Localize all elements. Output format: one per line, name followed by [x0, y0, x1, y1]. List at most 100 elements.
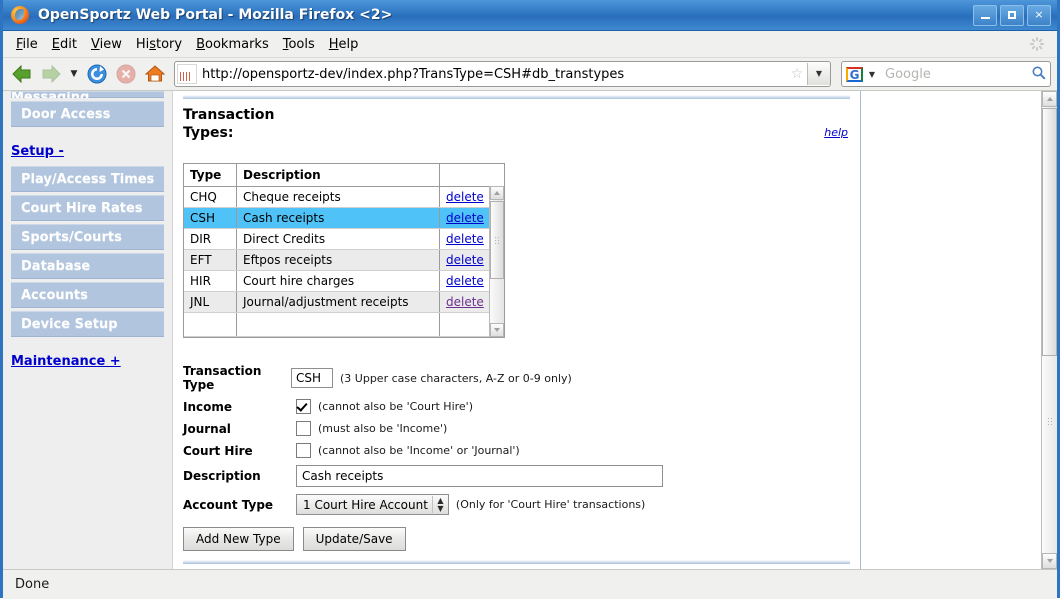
minimize-icon	[980, 16, 990, 19]
table-row[interactable]: EFT Eftpos receipts delete	[184, 249, 504, 271]
cell-description: Journal/adjustment receipts	[236, 291, 440, 313]
delete-link[interactable]: delete	[446, 253, 484, 267]
search-engine-dropdown[interactable]: ▼	[865, 70, 879, 79]
menu-view[interactable]: View	[84, 35, 129, 54]
scroll-down-button[interactable]	[490, 323, 504, 337]
sidebar-maintenance-link[interactable]: Maintenance +	[11, 354, 121, 369]
page-scrollbar-thumb[interactable]	[1042, 108, 1057, 356]
bookmark-star-icon[interactable]: ☆	[787, 66, 807, 82]
scroll-up-button[interactable]	[490, 186, 504, 200]
transaction-types-table-container: Type Description CHQ Cheque receipts del…	[183, 163, 505, 338]
table-header-row: Type Description	[184, 164, 504, 187]
sidebar-item-accounts[interactable]: Accounts	[11, 282, 164, 308]
court-hire-checkbox[interactable]	[296, 443, 311, 458]
sidebar-setup-link[interactable]: Setup -	[11, 144, 64, 159]
label-court-hire: Court Hire	[183, 443, 253, 458]
label-transaction-type: Transaction Type	[183, 364, 262, 392]
search-input[interactable]: Google	[879, 67, 1026, 82]
firefox-logo-icon	[11, 6, 29, 24]
search-bar[interactable]: G ▼ Google	[841, 61, 1051, 87]
home-button[interactable]	[142, 61, 168, 87]
reload-button[interactable]	[84, 61, 110, 87]
table-row-empty	[184, 312, 504, 337]
add-new-type-button[interactable]: Add New Type	[183, 527, 294, 551]
cell-description: Cheque receipts	[236, 186, 440, 208]
delete-link[interactable]: delete	[446, 274, 484, 288]
page-scrollbar[interactable]	[1041, 91, 1057, 569]
cell-type: HIR	[184, 270, 237, 292]
table-row[interactable]: DIR Direct Credits delete	[184, 228, 504, 250]
site-sidebar: Messaging Door Access Setup - Play/Acces…	[3, 91, 173, 569]
cell-description: Cash receipts	[236, 207, 440, 229]
spinner-arrows-icon[interactable]: ▲ ▼	[431, 496, 448, 513]
sidebar-item-clipped[interactable]: Messaging	[11, 91, 164, 98]
cell-type: EFT	[184, 249, 237, 271]
help-link[interactable]: help	[824, 126, 848, 139]
stop-icon	[116, 64, 136, 84]
sidebar-item-sports-courts[interactable]: Sports/Courts	[11, 224, 164, 250]
sidebar-item-court-hire-rates[interactable]: Court Hire Rates	[11, 195, 164, 221]
close-button[interactable]: ×	[1027, 4, 1051, 26]
table-row[interactable]: CHQ Cheque receipts delete	[184, 186, 504, 208]
menu-history[interactable]: History	[129, 35, 189, 54]
page-scroll-down-button[interactable]	[1042, 553, 1057, 569]
label-account-type: Account Type	[183, 497, 274, 512]
site-favicon-icon	[177, 64, 197, 84]
url-bar[interactable]: http://opensportz-dev/index.php?TransTyp…	[174, 61, 831, 87]
delete-link[interactable]: delete	[446, 232, 484, 246]
update-save-button[interactable]: Update/Save	[302, 527, 406, 551]
menu-tools[interactable]: Tools	[276, 35, 322, 54]
sidebar-item-play-access-times[interactable]: Play/Access Times	[11, 166, 164, 192]
table-row[interactable]: HIR Court hire charges delete	[184, 270, 504, 292]
sidebar-item-device-setup[interactable]: Device Setup	[11, 311, 164, 337]
maximize-icon	[1008, 10, 1016, 19]
column-header-actions	[439, 164, 504, 187]
firefox-window: OpenSportz Web Portal - Mozilla Firefox …	[0, 0, 1060, 599]
search-icon[interactable]	[1026, 65, 1050, 84]
home-icon	[144, 65, 166, 82]
cell-description: Eftpos receipts	[236, 249, 440, 271]
delete-link[interactable]: delete	[446, 190, 484, 204]
delete-link[interactable]: delete	[446, 295, 484, 309]
sidebar-item-door-access[interactable]: Door Access	[11, 101, 164, 127]
main-content: Transaction Types: help Type Description	[173, 91, 861, 569]
table-row[interactable]: JNL Journal/adjustment receipts delete	[184, 291, 504, 313]
delete-link[interactable]: delete	[446, 211, 484, 225]
magnifier-icon	[1032, 66, 1045, 79]
arrow-left-icon	[12, 64, 31, 84]
income-checkbox[interactable]	[296, 399, 311, 414]
url-dropdown-button[interactable]: ▼	[807, 63, 830, 85]
sidebar-item-database[interactable]: Database	[11, 253, 164, 279]
scrollbar-thumb[interactable]	[490, 201, 504, 279]
table-scrollbar[interactable]	[489, 186, 504, 337]
minimize-button[interactable]	[973, 4, 997, 26]
field-row-transaction-type: Transaction Type CSH (3 Upper case chara…	[183, 364, 850, 392]
menu-bookmarks[interactable]: Bookmarks	[189, 35, 276, 54]
description-input[interactable]: Cash receipts	[296, 465, 663, 487]
table-body: CHQ Cheque receipts delete CSH Cash rece…	[184, 186, 504, 337]
history-dropdown-button[interactable]: ▼	[67, 69, 81, 79]
url-input[interactable]: http://opensportz-dev/index.php?TransTyp…	[200, 67, 787, 82]
label-description: Description	[183, 469, 261, 483]
content-top-divider	[183, 95, 850, 99]
google-icon[interactable]: G	[846, 66, 863, 82]
cell-description	[236, 312, 440, 337]
menu-help[interactable]: Help	[322, 35, 366, 54]
journal-checkbox[interactable]	[296, 421, 311, 436]
maximize-button[interactable]	[1000, 4, 1024, 26]
table-row[interactable]: CSH Cash receipts delete	[184, 207, 504, 229]
account-type-value: 1 Court Hire Account	[303, 497, 428, 512]
back-button[interactable]	[9, 61, 35, 87]
transaction-type-input[interactable]: CSH	[291, 368, 333, 388]
menu-edit[interactable]: Edit	[45, 35, 84, 54]
field-row-account-type: Account Type 1 Court Hire Account ▲ ▼ (On…	[183, 494, 850, 515]
account-type-select[interactable]: 1 Court Hire Account ▲ ▼	[296, 494, 449, 515]
title-bar: OpenSportz Web Portal - Mozilla Firefox …	[3, 0, 1057, 31]
label-income: Income	[183, 399, 233, 414]
field-row-journal: Journal (must also be 'Income')	[183, 421, 850, 436]
cell-description: Direct Credits	[236, 228, 440, 250]
page-scroll-up-button[interactable]	[1042, 91, 1057, 107]
forward-button	[38, 61, 64, 87]
column-header-type: Type	[184, 164, 237, 187]
menu-file[interactable]: File	[9, 35, 45, 54]
